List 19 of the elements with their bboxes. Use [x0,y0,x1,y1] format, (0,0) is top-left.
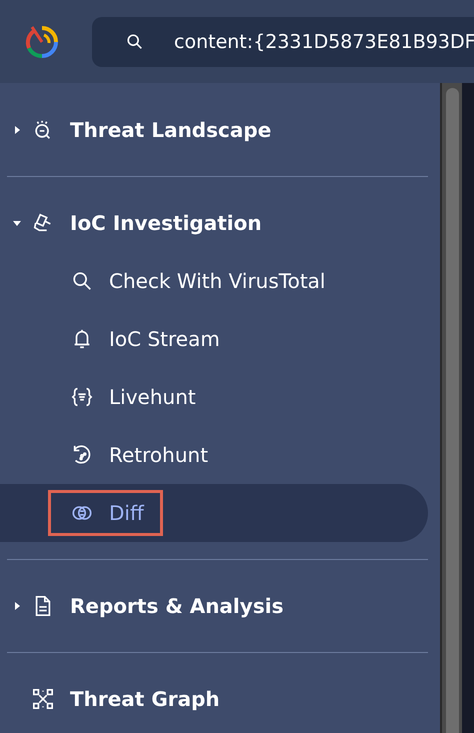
search-icon [71,270,93,292]
caret-down-icon [12,218,22,228]
nav-item[interactable]: Check With VirusTotal [0,252,428,310]
nav-item[interactable]: Livehunt [0,368,428,426]
scrollbar[interactable] [440,83,462,733]
nav-item[interactable]: Retrohunt [0,426,428,484]
search-field[interactable]: content:{2331D5873E81B93DF [92,16,474,66]
section-header[interactable]: IoC Investigation [0,194,440,252]
caret-right-icon [12,601,22,611]
braces-icon [71,386,93,408]
nav-item[interactable]: Threat Graph [0,670,440,728]
nav-item[interactable]: IoC Stream [0,310,428,368]
search-icon [126,32,144,50]
graph-icon [32,688,54,710]
section-header[interactable]: Reports & Analysis [0,577,440,635]
caret-right-icon [12,125,22,135]
section-header[interactable]: Threat Landscape [0,101,440,159]
history-icon [71,444,93,466]
nav-item[interactable]: Diff [0,484,428,542]
